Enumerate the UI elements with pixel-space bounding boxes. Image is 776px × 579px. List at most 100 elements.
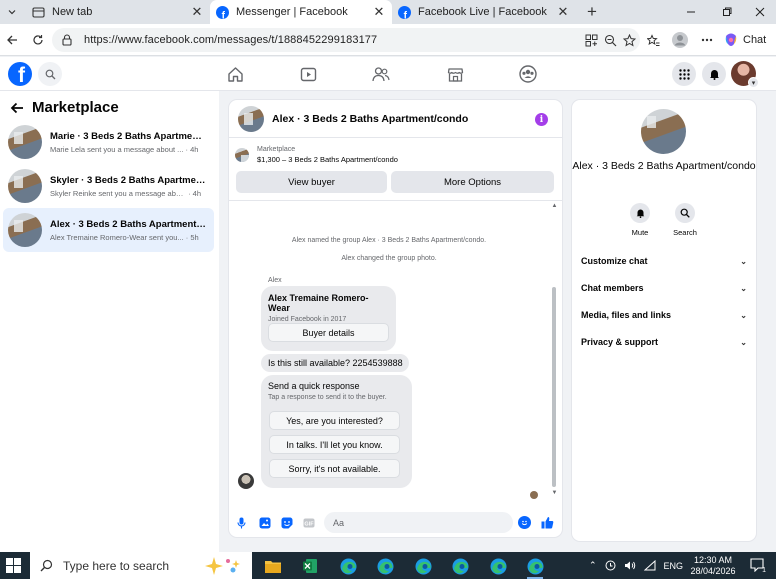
tab-new-tab[interactable]: New tab ✕ [26,0,210,24]
edge-browser-icon[interactable] [449,555,471,577]
favorites-icon[interactable] [641,28,665,52]
search-icon[interactable] [38,62,62,86]
taskbar-clock[interactable]: 12:30 AM 28/04/2026 [688,555,738,577]
edge-browser-icon[interactable] [487,555,509,577]
view-buyer-button[interactable]: View buyer [236,171,387,193]
facebook-logo-icon[interactable]: f [8,62,32,86]
close-tab-icon[interactable]: ✕ [556,4,570,19]
chat-title[interactable]: Alex · 3 Beds 2 Baths Apartment/condo [272,113,468,125]
menu-grid-icon[interactable] [672,62,696,86]
quick-response-option[interactable]: In talks. I'll let you know. [269,435,400,454]
home-icon[interactable] [224,63,246,85]
tab-messenger[interactable]: f Messenger | Facebook ✕ [210,0,392,24]
section-customize-chat[interactable]: Customize chat ⌄ [581,252,747,270]
group-photo[interactable] [238,105,264,132]
thumbs-up-icon[interactable] [541,516,554,529]
section-label: Media, files and links [581,310,672,320]
group-photo-large[interactable] [641,109,686,154]
groups-icon[interactable] [517,63,539,85]
edge-browser-icon[interactable] [337,555,359,577]
photo-icon[interactable] [258,516,271,529]
video-icon[interactable] [297,63,319,85]
more-menu-icon[interactable] [695,28,719,52]
scrollbar-thumb[interactable] [552,287,556,487]
windows-start-icon[interactable] [6,558,21,573]
favorite-star-icon[interactable] [623,33,636,47]
listing-thumbnail [8,169,42,203]
scroll-up-icon[interactable]: ▲ [551,203,558,209]
quick-response-option[interactable]: Sorry, it's not available. [269,459,400,478]
gif-icon[interactable]: GIF [302,516,315,529]
sender-avatar[interactable] [238,473,254,489]
more-options-button[interactable]: More Options [391,171,554,193]
notification-count: 1 [762,567,766,574]
close-tab-icon[interactable]: ✕ [190,4,204,19]
back-arrow-icon[interactable] [10,102,24,114]
microphone-icon[interactable] [235,516,248,529]
quick-response-option[interactable]: Yes, are you interested? [269,411,400,430]
sender-name: Alex [268,277,282,284]
site-info-icon[interactable] [60,33,74,47]
chat-panel: Alex · 3 Beds 2 Baths Apartment/condo i … [229,100,562,537]
marketplace-icon[interactable] [444,63,466,85]
language-indicator[interactable]: ENG [664,561,684,571]
section-media-files-links[interactable]: Media, files and links ⌄ [581,306,747,324]
mute-button[interactable]: Mute [620,203,660,237]
show-hidden-icons-icon[interactable]: ⌃ [589,560,597,571]
tab-label: Messenger | Facebook [236,6,348,18]
close-tab-icon[interactable]: ✕ [372,4,386,19]
edge-browser-icon[interactable] [412,555,434,577]
profile-icon[interactable] [668,28,692,52]
clock-date: 28/04/2026 [690,566,736,576]
friends-icon[interactable] [370,63,392,85]
scroll-down-icon[interactable]: ▼ [551,490,558,496]
conversation-item-skyler[interactable]: Skyler · 3 Beds 2 Baths Apartment... Sky… [3,164,214,208]
conversation-name: Marie · 3 Beds 2 Baths Apartment/... [50,130,206,142]
section-chat-members[interactable]: Chat members ⌄ [581,279,747,297]
file-explorer-icon[interactable] [262,555,284,577]
conversation-info-icon[interactable]: i [535,113,548,126]
back-arrow-icon[interactable] [0,28,24,52]
chat-header: Alex · 3 Beds 2 Baths Apartment/condo i [229,100,562,138]
tab-list-chevron-icon[interactable] [0,0,24,24]
search-in-conversation-button[interactable]: Search [665,203,705,237]
conversation-time: · 4h [188,188,202,198]
chevron-down-icon: ⌄ [740,310,747,320]
conversation-item-marie[interactable]: Marie · 3 Beds 2 Baths Apartment/... Mar… [3,120,214,164]
excel-icon[interactable] [299,555,321,577]
section-privacy-support[interactable]: Privacy & support ⌄ [581,333,747,351]
close-window-icon[interactable] [741,0,776,24]
marketplace-header: Marketplace [10,99,119,116]
buyer-details-button[interactable]: Buyer details [268,323,389,342]
onedrive-sync-icon[interactable] [605,560,616,571]
message-input[interactable]: Aa [324,512,513,533]
notification-center-icon[interactable]: 1 [750,558,766,574]
chevron-down-icon: ⌄ [740,283,747,293]
copilot-chat-button[interactable]: Chat [723,28,766,52]
buyer-profile-card: Alex Tremaine Romero-Wear Joined Faceboo… [261,286,396,351]
sticker-icon[interactable] [280,516,293,529]
listing-summary[interactable]: Marketplace $1,300 – 3 Beds 2 Baths Apar… [235,146,398,164]
network-icon[interactable] [643,560,656,571]
tab-facebook-live[interactable]: f Facebook Live | Facebook ✕ [392,0,576,24]
taskbar-search-box[interactable]: Type here to search [30,552,252,579]
minimize-icon[interactable] [672,0,710,24]
new-tab-plus-icon[interactable]: + [582,0,602,24]
url-input[interactable]: https://www.facebook.com/messages/t/1888… [52,28,640,52]
conversation-item-alex[interactable]: Alex · 3 Beds 2 Baths Apartment/c... Ale… [3,208,214,252]
zoom-icon[interactable] [604,34,617,47]
volume-icon[interactable] [624,560,636,571]
section-label: Customize chat [581,256,648,266]
message-text: Is this still available? 2254539888 [268,358,403,368]
browser-tab-bar: New tab ✕ f Messenger | Facebook ✕ f Fac… [0,0,776,24]
conversation-snippet: Skyler Reinke sent you a message abo... [50,188,186,198]
account-avatar[interactable]: ▾ [731,61,759,88]
chevron-down-icon: ▾ [748,77,759,88]
edge-browser-active-icon[interactable] [524,555,546,579]
app-available-icon[interactable] [585,34,598,47]
refresh-icon[interactable] [26,28,50,52]
edge-browser-icon[interactable] [374,555,396,577]
emoji-icon[interactable] [518,516,531,529]
conversation-name: Alex · 3 Beds 2 Baths Apartment/c... [50,218,206,230]
notifications-bell-icon[interactable] [702,62,726,86]
